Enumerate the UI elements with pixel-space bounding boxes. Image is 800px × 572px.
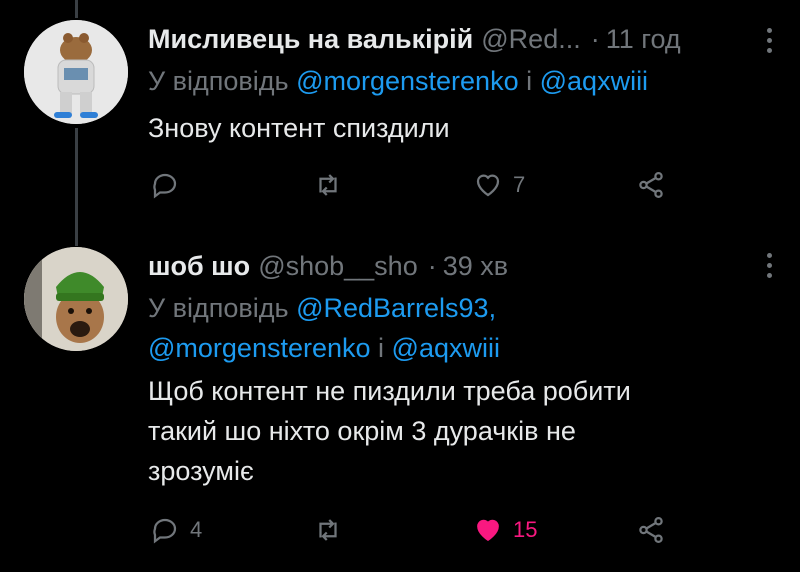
tweet-text-line: такий шо ніхто окрім 3 дурачків не — [148, 416, 576, 446]
reply-and: і — [526, 66, 533, 96]
tweet-1[interactable]: Мисливець на валькірій @Red... · 11 год … — [0, 0, 800, 235]
handle[interactable]: @Red... — [481, 22, 580, 56]
reply-context: У відповідь @morgensterenko і @aqxwiii — [148, 62, 760, 100]
more-icon[interactable] — [764, 253, 774, 278]
avatar[interactable] — [24, 20, 128, 124]
mention-link[interactable]: @RedBarrels93, — [296, 293, 496, 323]
retweet-button[interactable] — [313, 170, 353, 200]
tweet-header: шоб шо @shob__sho · 39 хв — [148, 249, 760, 283]
share-icon — [639, 172, 663, 198]
like-count: 7 — [513, 172, 526, 197]
action-bar: 7 — [148, 166, 708, 206]
reply-icon — [153, 518, 177, 544]
like-icon — [476, 174, 500, 197]
reply-button[interactable]: 4 — [150, 515, 202, 545]
tweet-text: Щоб контент не пиздили треба робити таки… — [148, 371, 760, 491]
like-button[interactable]: 7 — [473, 170, 525, 200]
tweet-text: Знову контент спиздили — [148, 113, 450, 143]
retweet-icon — [319, 174, 337, 196]
action-bar: 4 15 — [148, 515, 708, 555]
tweet-text-line: Щоб контент не пиздили треба робити — [148, 376, 631, 406]
more-icon[interactable] — [764, 28, 774, 53]
retweet-button[interactable] — [313, 515, 353, 545]
timestamp[interactable]: 11 год — [606, 22, 681, 56]
display-name[interactable]: шоб шо — [148, 249, 250, 283]
separator-dot: · — [427, 251, 437, 281]
tweet-text-line: зрозуміє — [148, 456, 254, 486]
like-button[interactable]: 15 — [473, 515, 537, 545]
like-count: 15 — [513, 517, 538, 542]
reply-button[interactable] — [150, 170, 190, 200]
tweet-2[interactable]: шоб шо @shob__sho · 39 хв У відповідь @R… — [0, 235, 800, 572]
share-button[interactable] — [636, 515, 666, 545]
reply-count: 4 — [190, 517, 203, 542]
mention-link[interactable]: @morgensterenko — [296, 66, 519, 96]
reply-icon — [153, 173, 177, 199]
display-name[interactable]: Мисливець на валькірій — [148, 22, 473, 56]
retweet-icon — [319, 519, 337, 541]
tweet-header: Мисливець на валькірій @Red... · 11 год — [148, 22, 760, 56]
mention-link[interactable]: @aqxwiii — [540, 66, 648, 96]
mention-link[interactable]: @morgensterenko — [148, 333, 371, 363]
share-button[interactable] — [636, 170, 666, 200]
timestamp[interactable]: 39 хв — [443, 249, 508, 283]
reply-context: У відповідь @RedBarrels93, @morgensteren… — [148, 289, 760, 367]
handle[interactable]: @shob__sho — [258, 249, 418, 283]
mention-link[interactable]: @aqxwiii — [392, 333, 500, 363]
separator-dot: · — [590, 24, 600, 54]
reply-prefix: У відповідь — [148, 66, 289, 96]
reply-prefix: У відповідь — [148, 293, 289, 323]
share-icon — [639, 517, 663, 543]
reply-and: і — [378, 333, 385, 363]
avatar[interactable] — [24, 247, 128, 351]
like-icon — [477, 519, 499, 542]
